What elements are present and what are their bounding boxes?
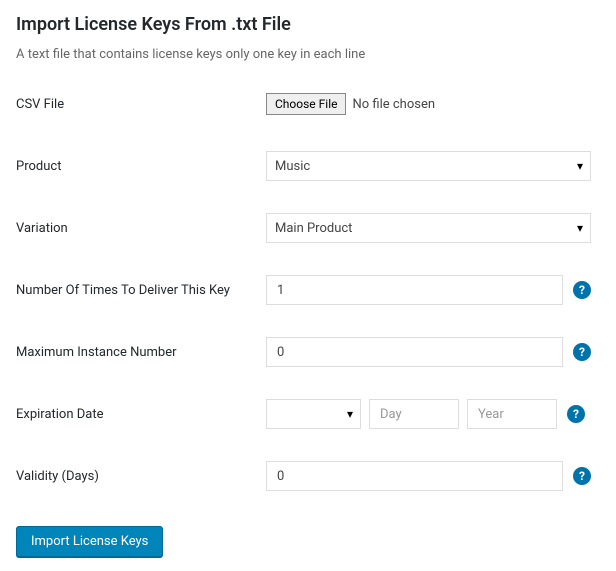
expiration-month-select[interactable] <box>266 399 361 429</box>
page-title: Import License Keys From .txt File <box>16 14 600 35</box>
row-expiration: Expiration Date ? <box>16 398 600 430</box>
label-validity: Validity (Days) <box>16 469 266 484</box>
help-icon[interactable]: ? <box>573 343 591 361</box>
label-expiration: Expiration Date <box>16 407 266 422</box>
variation-select[interactable]: Main Product <box>266 213 591 243</box>
label-csv-file: CSV File <box>16 97 266 112</box>
row-variation: Variation Main Product <box>16 212 600 244</box>
deliver-times-input[interactable] <box>266 275 563 305</box>
expiration-day-input[interactable] <box>369 399 459 429</box>
max-instance-input[interactable] <box>266 337 563 367</box>
page-description: A text file that contains license keys o… <box>16 47 600 62</box>
row-max-instance: Maximum Instance Number ? <box>16 336 600 368</box>
row-deliver-times: Number Of Times To Deliver This Key ? <box>16 274 600 306</box>
label-deliver-times: Number Of Times To Deliver This Key <box>16 283 266 298</box>
help-icon[interactable]: ? <box>567 405 585 423</box>
choose-file-button[interactable]: Choose File <box>266 93 346 115</box>
validity-input[interactable] <box>266 461 563 491</box>
label-max-instance: Maximum Instance Number <box>16 345 266 360</box>
row-validity: Validity (Days) ? <box>16 460 600 492</box>
row-product: Product Music <box>16 150 600 182</box>
help-icon[interactable]: ? <box>573 467 591 485</box>
import-button[interactable]: Import License Keys <box>16 526 163 557</box>
label-variation: Variation <box>16 221 266 236</box>
file-status-text: No file chosen <box>352 97 435 112</box>
product-select[interactable]: Music <box>266 151 591 181</box>
label-product: Product <box>16 159 266 174</box>
row-csv-file: CSV File Choose File No file chosen <box>16 88 600 120</box>
expiration-year-input[interactable] <box>467 399 557 429</box>
help-icon[interactable]: ? <box>573 281 591 299</box>
